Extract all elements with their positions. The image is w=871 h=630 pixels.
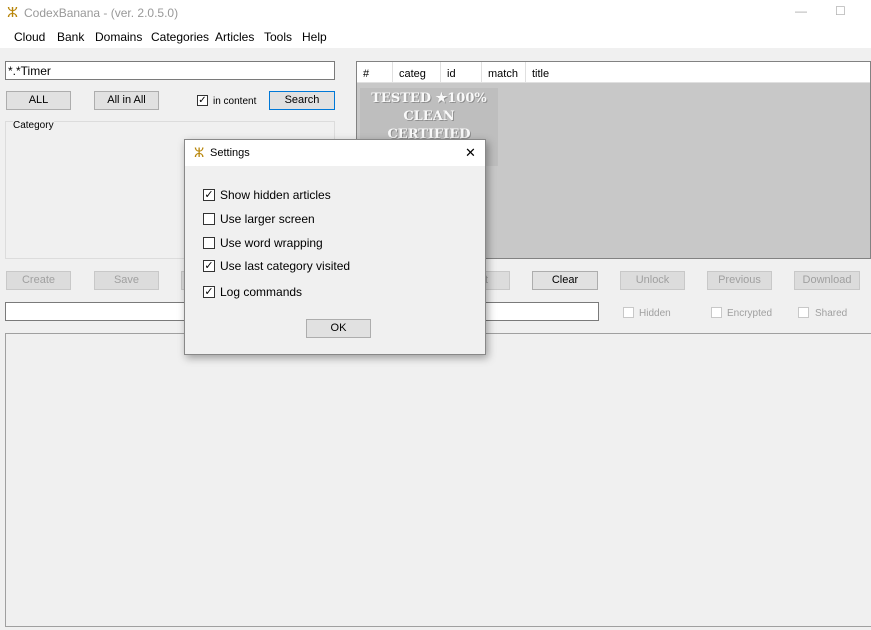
option-use-last-category[interactable]: ✓ Use last category visited — [203, 259, 350, 273]
unlock-button[interactable]: Unlock — [620, 271, 685, 290]
download-button[interactable]: Download — [794, 271, 860, 290]
maximize-button[interactable]: ☐ — [835, 4, 846, 18]
shared-checkbox[interactable] — [798, 307, 809, 318]
column-header-match[interactable]: match — [482, 62, 526, 83]
shared-label: Shared — [815, 308, 848, 319]
encrypted-checkbox[interactable] — [711, 307, 722, 318]
search-button[interactable]: Search — [269, 91, 335, 110]
checkbox-checked[interactable]: ✓ — [203, 260, 215, 272]
menu-categories[interactable]: Categories — [151, 30, 209, 44]
menu-bank[interactable]: Bank — [57, 30, 84, 44]
hidden-checkbox[interactable] — [623, 307, 634, 318]
checkbox-checked[interactable]: ✓ — [203, 286, 215, 298]
minimize-button[interactable]: — — [795, 4, 807, 18]
close-icon[interactable]: ✕ — [465, 145, 476, 161]
option-label: Show hidden articles — [220, 188, 331, 202]
option-label: Log commands — [220, 285, 303, 299]
checkbox-unchecked[interactable] — [203, 213, 215, 225]
option-use-word-wrapping[interactable]: Use word wrapping — [203, 236, 323, 250]
option-label: Use last category visited — [220, 259, 351, 273]
settings-dialog: ⵣ Settings ✕ ✓ Show hidden articles Use l… — [184, 139, 486, 355]
column-header-title[interactable]: title — [526, 62, 870, 83]
window-title: CodexBanana - (ver. 2.0.5.0) — [24, 6, 179, 20]
clear-button[interactable]: Clear — [532, 271, 598, 290]
previous-button[interactable]: Previous — [707, 271, 772, 290]
ok-button[interactable]: OK — [306, 319, 371, 338]
checkbox-checked[interactable]: ✓ — [203, 189, 215, 201]
article-content-area[interactable] — [5, 333, 871, 627]
option-show-hidden-articles[interactable]: ✓ Show hidden articles — [203, 188, 331, 202]
in-content-checkbox[interactable]: ✓ — [197, 95, 208, 106]
column-header-categ[interactable]: categ — [393, 62, 441, 83]
search-input[interactable]: *.*Timer — [5, 61, 335, 80]
column-header-number[interactable]: # — [357, 62, 393, 83]
all-in-all-button[interactable]: All in All — [94, 91, 159, 110]
checkbox-unchecked[interactable] — [203, 237, 215, 249]
menu-bar: Cloud Bank Domains Categories Articles T… — [0, 26, 871, 48]
hidden-label: Hidden — [639, 308, 671, 319]
menu-tools[interactable]: Tools — [264, 30, 292, 44]
dialog-title-bar: ⵣ Settings ✕ — [185, 140, 485, 166]
option-use-larger-screen[interactable]: Use larger screen — [203, 212, 315, 226]
menu-domains[interactable]: Domains — [95, 30, 142, 44]
dialog-title: Settings — [210, 147, 250, 159]
column-header-id[interactable]: id — [441, 62, 482, 83]
menu-help[interactable]: Help — [302, 30, 327, 44]
menu-articles[interactable]: Articles — [215, 30, 254, 44]
create-button[interactable]: Create — [6, 271, 71, 290]
in-content-label: in content — [213, 96, 257, 107]
option-label: Use word wrapping — [220, 236, 323, 250]
all-button[interactable]: ALL — [6, 91, 71, 110]
option-log-commands[interactable]: ✓ Log commands — [203, 285, 302, 299]
title-bar: ⵣ CodexBanana - (ver. 2.0.5.0) — ☐ — [0, 0, 871, 26]
menu-cloud[interactable]: Cloud — [14, 30, 45, 44]
save-button[interactable]: Save — [94, 271, 159, 290]
app-logo-icon: ⵣ — [7, 4, 19, 20]
category-label: Category — [13, 120, 54, 131]
encrypted-label: Encrypted — [727, 308, 773, 319]
option-label: Use larger screen — [220, 212, 315, 226]
app-logo-icon: ⵣ — [194, 145, 205, 160]
